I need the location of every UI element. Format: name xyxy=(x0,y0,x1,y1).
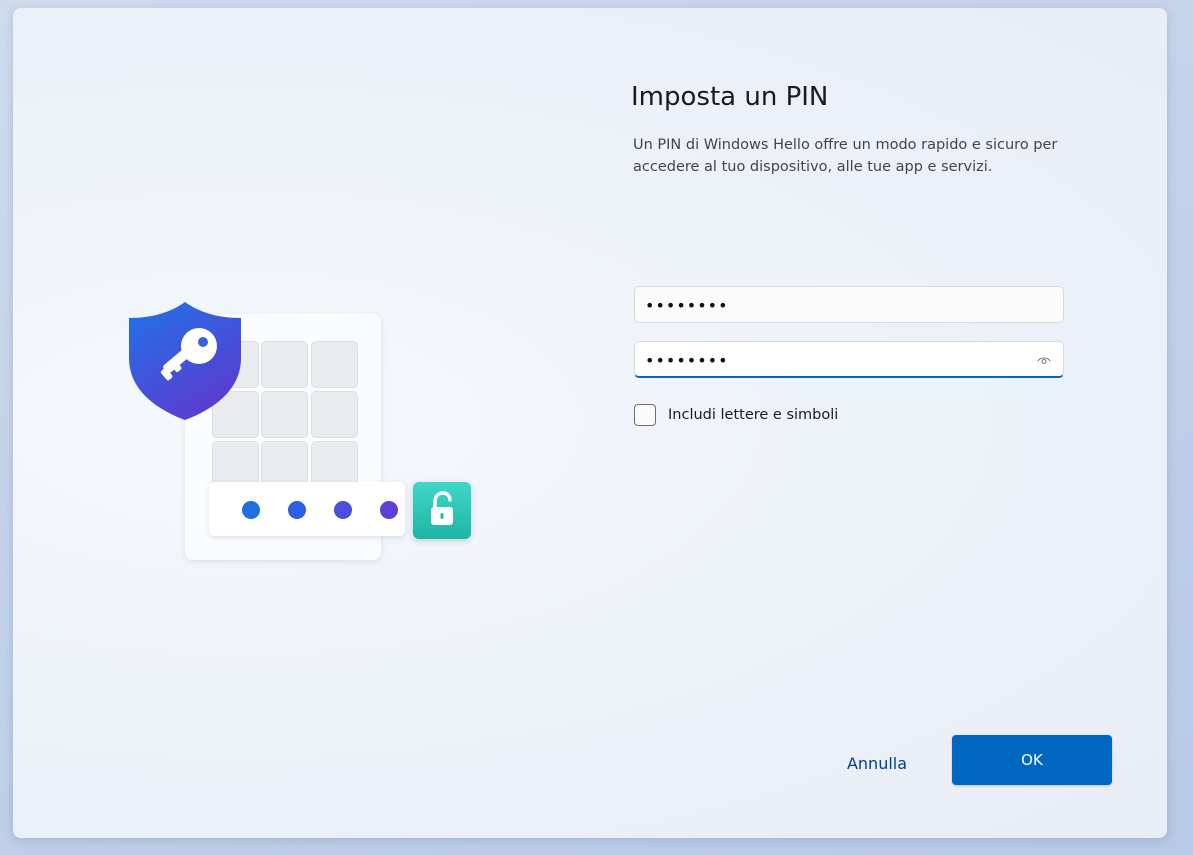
pin-dot xyxy=(380,501,398,519)
page-description: Un PIN di Windows Hello offre un modo ra… xyxy=(633,137,1058,175)
pin-illustration xyxy=(123,296,483,576)
keypad-key xyxy=(311,341,358,388)
include-letters-option[interactable]: Includi lettere e simboli xyxy=(634,403,838,427)
pin-dots-row xyxy=(209,482,405,536)
confirm-pin-input[interactable] xyxy=(645,349,1025,371)
shield-key-icon xyxy=(129,302,241,420)
pin-dot xyxy=(288,501,306,519)
set-pin-dialog: Imposta un PIN Un PIN di Windows Hello o… xyxy=(13,8,1167,838)
pin-dot xyxy=(334,501,352,519)
pin-dot xyxy=(242,501,260,519)
ok-button[interactable]: OK xyxy=(952,735,1112,785)
eye-icon[interactable] xyxy=(1037,354,1051,366)
pin-input[interactable] xyxy=(645,294,1025,316)
include-letters-checkbox[interactable] xyxy=(634,404,656,426)
keypad-key xyxy=(311,391,358,438)
keypad-key xyxy=(311,441,358,488)
keypad-key xyxy=(261,391,308,438)
include-letters-label: Includi lettere e simboli xyxy=(668,407,839,423)
unlocked-padlock-icon xyxy=(413,482,471,539)
cancel-button[interactable]: Annulla xyxy=(821,738,933,788)
keypad-key xyxy=(261,441,308,488)
keypad-key xyxy=(261,341,308,388)
page-title: Imposta un PIN xyxy=(631,82,829,112)
keypad-key xyxy=(212,441,259,488)
pin-field[interactable] xyxy=(634,286,1064,323)
confirm-pin-field[interactable] xyxy=(634,341,1064,378)
